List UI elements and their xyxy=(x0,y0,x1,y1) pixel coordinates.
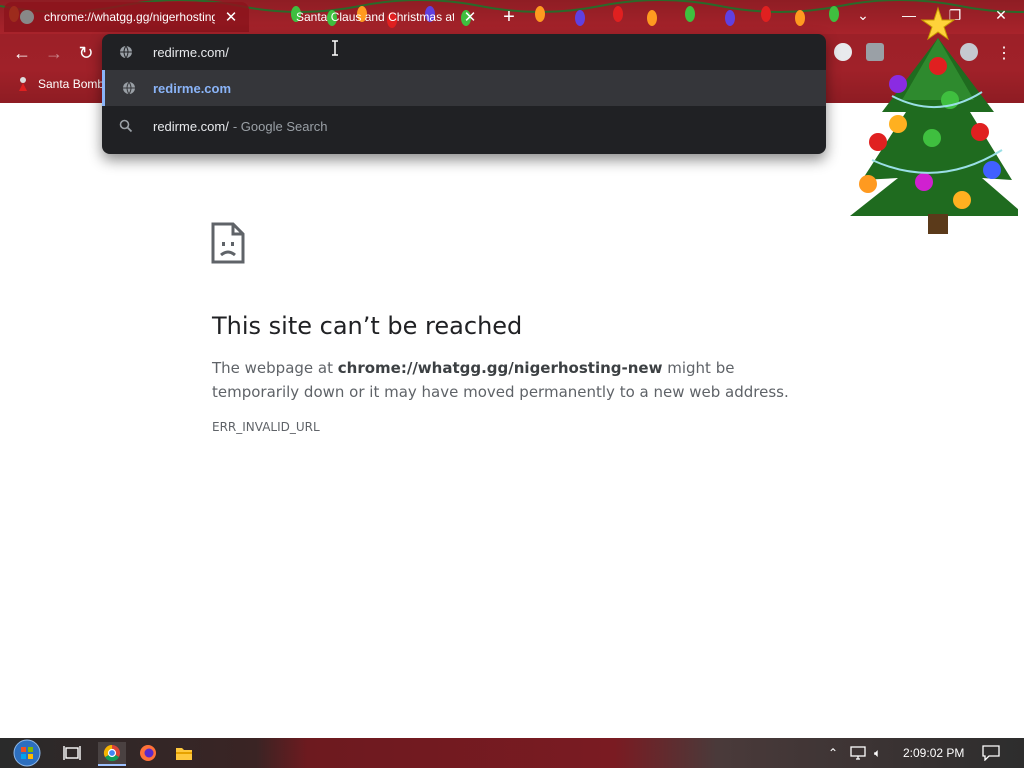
network-icon[interactable] xyxy=(850,738,866,768)
start-button[interactable] xyxy=(10,738,44,768)
task-view-button[interactable] xyxy=(60,742,84,764)
file-explorer-taskbar-button[interactable] xyxy=(172,742,196,764)
tab-title: Santa Claus and Christmas at the xyxy=(296,10,454,24)
globe-icon xyxy=(120,45,132,59)
address-bar-text: redirme.com/ xyxy=(153,44,229,60)
omnibox-suggestion-url[interactable]: redirme.com xyxy=(102,70,826,106)
new-tab-button[interactable]: + xyxy=(498,6,520,28)
tab-search-chevron-icon[interactable]: ⌄ xyxy=(840,0,886,30)
page-favicon-icon xyxy=(270,10,284,24)
title-bar: chrome://whatgg.gg/nigerhosting-new ✕ Sa… xyxy=(0,0,1024,34)
omnibox-dropdown: redirme.com/ redirme.com redirme.com/ - … xyxy=(102,34,826,154)
firefox-icon xyxy=(140,745,156,761)
broken-page-icon xyxy=(211,222,245,264)
chrome-icon xyxy=(103,744,120,762)
network-monitor-icon xyxy=(850,746,866,760)
tab-inactive[interactable]: Santa Claus and Christmas at the ✕ xyxy=(262,2,488,32)
volume-icon[interactable]: 🔈︎ xyxy=(874,738,881,768)
action-center-icon xyxy=(982,745,1000,761)
bookmark-label: Santa Bomb xyxy=(38,77,105,91)
error-description: The webpage at chrome://whatgg.gg/nigerh… xyxy=(212,356,812,404)
page-favicon-icon xyxy=(20,10,34,24)
maximize-button[interactable]: ❐ xyxy=(932,0,978,30)
suggestion-primary-text: redirme.com xyxy=(153,80,232,96)
error-desc-url: chrome://whatgg.gg/nigerhosting-new xyxy=(337,359,663,377)
forward-button[interactable]: → xyxy=(42,42,66,64)
back-button[interactable]: ← xyxy=(10,42,34,64)
tab-close-icon[interactable]: ✕ xyxy=(462,9,478,26)
omnibox-suggestion-search[interactable]: redirme.com/ - Google Search xyxy=(102,108,826,144)
tab-active[interactable]: chrome://whatgg.gg/nigerhosting-new ✕ xyxy=(4,2,249,32)
folder-icon xyxy=(176,748,192,760)
chrome-taskbar-button[interactable] xyxy=(98,742,126,766)
minimize-button[interactable]: — xyxy=(886,0,932,30)
error-code: ERR_INVALID_URL xyxy=(212,420,320,434)
show-hidden-icons-chevron-icon[interactable]: ⌃ xyxy=(828,738,838,768)
suggestion-secondary-text: - Google Search xyxy=(232,118,328,134)
text-cursor-icon xyxy=(332,40,338,56)
bookmark-santa-bomb[interactable]: Santa Bomb xyxy=(16,76,104,92)
search-icon xyxy=(119,119,133,133)
notifications-icon[interactable] xyxy=(982,738,1000,768)
menu-kebab-icon[interactable]: ⋮ xyxy=(992,42,1016,64)
extension-s-icon[interactable] xyxy=(866,43,884,61)
reload-button[interactable]: ↻ xyxy=(74,42,98,64)
tab-title: chrome://whatgg.gg/nigerhosting-new xyxy=(44,10,215,24)
santa-icon xyxy=(19,77,27,91)
close-window-button[interactable]: ✕ xyxy=(978,0,1024,30)
extension-flag-icon[interactable] xyxy=(834,43,852,61)
windows-logo-icon xyxy=(13,739,41,767)
suggestion-primary-text: redirme.com/ xyxy=(153,118,229,134)
firefox-taskbar-button[interactable] xyxy=(136,742,160,764)
error-title: This site can’t be reached xyxy=(212,312,523,340)
error-desc-prefix: The webpage at xyxy=(212,359,338,377)
task-view-icon xyxy=(63,746,81,760)
globe-icon xyxy=(123,81,135,95)
clock[interactable]: 2:09:02 PM xyxy=(903,738,964,768)
address-bar-input[interactable]: redirme.com/ xyxy=(102,34,826,70)
tab-close-icon[interactable]: ✕ xyxy=(223,9,239,26)
profile-avatar-icon[interactable] xyxy=(960,43,978,61)
